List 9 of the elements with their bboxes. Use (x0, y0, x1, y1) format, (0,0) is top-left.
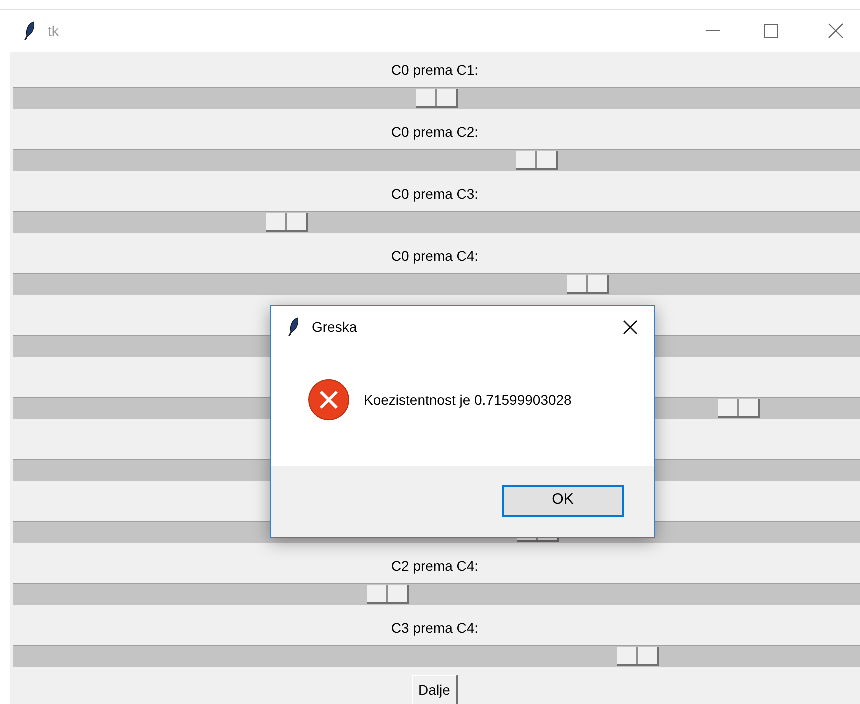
scale-label: C0 prema C2: (391, 123, 479, 142)
dialog-title: Greska (312, 318, 358, 336)
scale-label: C2 prema C4: (391, 557, 479, 576)
scale-label: C0 prema C4: (391, 247, 479, 266)
scale-label: C0 prema C3: (391, 185, 479, 204)
dialog-message: Koezistentnost je 0.71599903028 (364, 390, 572, 410)
window-title: tk (48, 22, 59, 40)
scale-label: C3 prema C4: (391, 619, 479, 638)
scale-label: C0 prema C1: (391, 61, 479, 80)
